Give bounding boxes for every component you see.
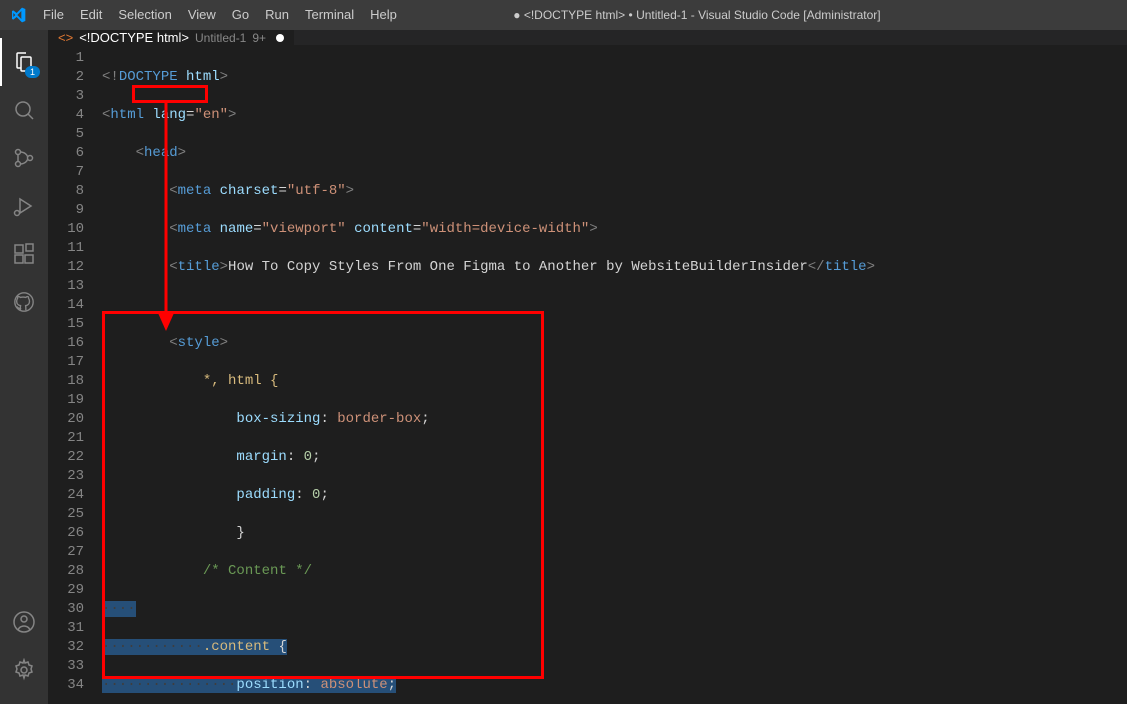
menu-run[interactable]: Run — [257, 0, 297, 30]
menu-selection[interactable]: Selection — [110, 0, 179, 30]
menu-bar: File Edit Selection View Go Run Terminal… — [35, 0, 405, 30]
tab-mod-count: 9+ — [252, 31, 266, 45]
activity-extensions[interactable] — [0, 230, 48, 278]
menu-file[interactable]: File — [35, 0, 72, 30]
activity-search[interactable] — [0, 86, 48, 134]
annotation-arrow-icon — [158, 103, 174, 333]
menu-help[interactable]: Help — [362, 0, 405, 30]
code-editor[interactable]: 1234567891011121314151617181920212223242… — [48, 45, 1127, 704]
title-bar: File Edit Selection View Go Run Terminal… — [0, 0, 1127, 30]
window-title: ● <!DOCTYPE html> • Untitled-1 - Visual … — [405, 8, 989, 22]
menu-view[interactable]: View — [180, 0, 224, 30]
activity-debug[interactable] — [0, 182, 48, 230]
explorer-badge: 1 — [25, 66, 40, 78]
tab-untitled-1[interactable]: <> <!DOCTYPE html> Untitled-1 9+ — [48, 30, 294, 45]
activity-settings[interactable] — [0, 646, 48, 694]
activity-explorer[interactable]: 1 — [0, 38, 48, 86]
activity-bar: 1 — [0, 30, 48, 704]
tab-description: Untitled-1 — [195, 31, 246, 45]
line-gutter: 1234567891011121314151617181920212223242… — [48, 45, 102, 704]
dirty-indicator-icon — [276, 34, 284, 42]
vscode-logo-icon — [0, 7, 35, 23]
editor-area: <> <!DOCTYPE html> Untitled-1 9+ 1234567… — [48, 30, 1127, 704]
menu-terminal[interactable]: Terminal — [297, 0, 362, 30]
menu-edit[interactable]: Edit — [72, 0, 110, 30]
activity-scm[interactable] — [0, 134, 48, 182]
activity-account[interactable] — [0, 598, 48, 646]
tab-filename: <!DOCTYPE html> — [79, 30, 189, 45]
activity-github[interactable] — [0, 278, 48, 326]
html-file-icon: <> — [58, 30, 73, 45]
annotation-selection-box — [102, 311, 544, 679]
menu-go[interactable]: Go — [224, 0, 257, 30]
tab-bar: <> <!DOCTYPE html> Untitled-1 9+ — [48, 30, 1127, 45]
annotation-head-box — [132, 85, 208, 103]
